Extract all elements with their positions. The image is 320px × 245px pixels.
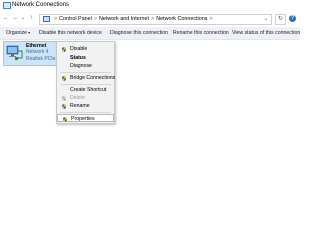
organize-label: Organize xyxy=(6,30,28,36)
title-bar: Network Connections xyxy=(0,0,300,11)
forward-arrow-icon[interactable]: → xyxy=(12,14,18,22)
menu-item-bridge-connections[interactable]: Bridge Connections xyxy=(57,74,116,82)
menu-item-label: Delete xyxy=(70,95,85,101)
menu-item-delete: Delete xyxy=(57,94,114,102)
menu-item-status[interactable]: Status xyxy=(57,54,114,62)
back-arrow-icon[interactable]: ← xyxy=(3,14,9,22)
command-bar: Organize▾ Disable this network device Di… xyxy=(0,27,300,40)
menu-divider xyxy=(60,112,111,113)
uac-shield-icon xyxy=(63,116,67,122)
breadcrumb-separator: > xyxy=(151,16,155,22)
breadcrumb-separator: > xyxy=(209,16,213,22)
menu-item-rename[interactable]: Rename xyxy=(57,102,114,110)
uac-shield-icon xyxy=(62,95,66,101)
navigation-bar: ← → ⌄ ↑ > Control Panel > Network and Inter… xyxy=(0,11,300,26)
menu-item-label: Properties xyxy=(71,116,95,122)
control-panel-icon xyxy=(43,15,50,22)
chevron-down-icon: ▾ xyxy=(28,30,31,35)
menu-divider xyxy=(60,84,111,85)
uac-shield-icon xyxy=(62,75,66,81)
uac-shield-icon xyxy=(62,103,66,109)
menu-item-label: Disable xyxy=(70,46,88,52)
menu-item-label: Diagnose xyxy=(70,63,92,69)
breadcrumb-separator: > xyxy=(54,16,58,22)
organize-button[interactable]: Organize▾ xyxy=(6,27,30,39)
menu-item-label: Rename xyxy=(70,103,90,109)
view-status-button[interactable]: View status of this connection xyxy=(232,27,300,39)
menu-item-diagnose[interactable]: Diagnose xyxy=(57,62,114,70)
disable-device-button[interactable]: Disable this network device xyxy=(39,27,102,39)
address-expand-icon[interactable]: ⌄ xyxy=(263,15,268,24)
window-title: Network Connections xyxy=(12,2,70,8)
context-menu: Disable Status Diagnose Bridge Connectio… xyxy=(56,41,115,124)
network-adapter-icon xyxy=(6,45,23,60)
rename-connection-button[interactable]: Rename this connection xyxy=(173,27,229,39)
menu-item-label: Bridge Connections xyxy=(70,75,116,81)
menu-item-label: Create Shortcut xyxy=(70,87,107,93)
help-icon[interactable]: ? xyxy=(289,15,296,22)
network-connections-icon xyxy=(3,2,11,9)
diagnose-connection-button[interactable]: Diagnose this connection xyxy=(110,27,168,39)
breadcrumb-network-connections[interactable]: Network Connections xyxy=(156,16,207,22)
refresh-icon[interactable]: ↻ xyxy=(275,14,286,25)
breadcrumb-separator: > xyxy=(93,16,97,22)
breadcrumb-network-and-internet[interactable]: Network and Internet xyxy=(99,16,149,22)
menu-item-create-shortcut[interactable]: Create Shortcut xyxy=(57,86,114,94)
menu-item-disable[interactable]: Disable xyxy=(57,45,114,53)
breadcrumb-control-panel[interactable]: Control Panel xyxy=(59,16,92,22)
menu-item-properties[interactable]: Properties xyxy=(57,114,114,122)
menu-item-label: Status xyxy=(70,55,86,61)
address-bar[interactable]: > Control Panel > Network and Internet > Netw… xyxy=(39,14,272,25)
up-arrow-icon[interactable]: ↑ xyxy=(30,14,33,22)
recent-locations-dropdown-icon[interactable]: ⌄ xyxy=(21,14,25,22)
menu-divider xyxy=(60,72,111,73)
uac-shield-icon xyxy=(62,46,66,52)
